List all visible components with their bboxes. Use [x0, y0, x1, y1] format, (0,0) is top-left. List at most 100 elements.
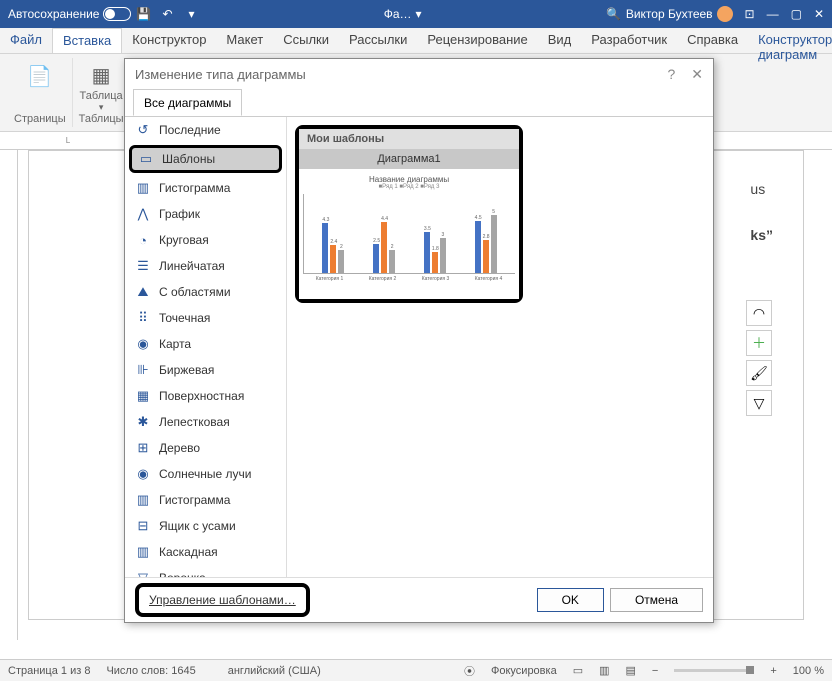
ribbon-tabs: Файл Вставка Конструктор Макет Ссылки Ра…: [0, 28, 832, 54]
cat-recent[interactable]: ↺Последние: [125, 117, 286, 143]
ribbon-group-pages[interactable]: 📄 Страницы: [8, 58, 73, 127]
layout-options-icon[interactable]: ◠: [746, 300, 772, 326]
cat-map[interactable]: ◉Карта: [125, 331, 286, 357]
zoom-slider[interactable]: [674, 669, 754, 672]
undo-icon[interactable]: ↶: [157, 4, 177, 24]
cat-histogram[interactable]: ▥Гистограмма: [125, 487, 286, 513]
document-name: Фа…: [384, 7, 412, 21]
manage-templates-button[interactable]: Управление шаблонами…: [135, 583, 310, 617]
line-icon: ⋀: [135, 206, 151, 222]
autosave-label: Автосохранение: [8, 7, 99, 21]
ribbon-group-table[interactable]: ▦ Таблица ▾ Таблицы: [73, 58, 131, 127]
cat-stock[interactable]: ⊪Биржевая: [125, 357, 286, 383]
cat-column[interactable]: ▥Гистограмма: [125, 175, 286, 201]
cat-scatter[interactable]: ⠿Точечная: [125, 305, 286, 331]
tab-insert[interactable]: Вставка: [52, 28, 122, 53]
table-icon: ▦: [85, 60, 117, 90]
view-print-icon[interactable]: ▥: [599, 664, 609, 677]
chart-legend: ■Ряд 1 ■Ряд 2 ■Ряд 3: [303, 184, 515, 190]
view-web-icon[interactable]: ▤: [626, 664, 636, 677]
save-icon[interactable]: 💾: [133, 4, 153, 24]
tab-review[interactable]: Рецензирование: [417, 28, 537, 53]
status-bar: Страница 1 из 8 Число слов: 1645 английс…: [0, 659, 832, 681]
histogram-icon: ▥: [135, 492, 151, 508]
templates-icon: ▭: [138, 151, 154, 167]
cat-surface[interactable]: ▦Поверхностная: [125, 383, 286, 409]
doc-dropdown-icon[interactable]: ▾: [416, 7, 422, 21]
waterfall-icon: ▥: [135, 544, 151, 560]
status-words[interactable]: Число слов: 1645: [106, 665, 195, 677]
zoom-in-icon[interactable]: +: [770, 665, 776, 677]
cat-waterfall[interactable]: ▥Каскадная: [125, 539, 286, 565]
ok-button[interactable]: OK: [537, 588, 604, 612]
scatter-icon: ⠿: [135, 310, 151, 326]
chart-elements-icon[interactable]: ＋: [746, 330, 772, 356]
cat-pie[interactable]: ◔Круговая: [125, 227, 286, 253]
cancel-button[interactable]: Отмена: [610, 588, 703, 612]
template-name: Диаграмма1: [299, 149, 519, 169]
user-account[interactable]: Виктор Бухтеев: [626, 6, 733, 22]
tab-chart-design[interactable]: Конструктор диаграмм: [748, 28, 832, 53]
tab-layout[interactable]: Макет: [216, 28, 273, 53]
focus-mode-icon[interactable]: ⦿: [464, 663, 475, 679]
chart-styles-icon[interactable]: 🖌: [746, 360, 772, 386]
all-charts-tab[interactable]: Все диаграммы: [133, 89, 242, 116]
autosave-toggle[interactable]: Автосохранение: [8, 7, 131, 21]
view-read-icon[interactable]: ▭: [573, 664, 583, 677]
doc-text-1: us: [750, 181, 773, 197]
search-icon[interactable]: 🔍: [604, 4, 624, 24]
cat-line[interactable]: ⋀График: [125, 201, 286, 227]
help-icon[interactable]: ?: [667, 66, 675, 83]
zoom-out-icon[interactable]: −: [652, 665, 658, 677]
cat-sunburst[interactable]: ◉Солнечные лучи: [125, 461, 286, 487]
cat-radar[interactable]: ✱Лепестковая: [125, 409, 286, 435]
toggle-switch[interactable]: [103, 7, 131, 21]
close-icon[interactable]: ✕: [814, 7, 824, 21]
radar-icon: ✱: [135, 414, 151, 430]
chart-category-list: ↺Последние ▭Шаблоны ▥Гистограмма ⋀График…: [125, 117, 287, 577]
tab-help[interactable]: Справка: [677, 28, 748, 53]
bar-icon: ☰: [135, 258, 151, 274]
ruler-vertical: [0, 150, 18, 640]
file-tab[interactable]: Файл: [0, 28, 52, 53]
pie-icon: ◔: [135, 232, 151, 248]
tab-view[interactable]: Вид: [538, 28, 582, 53]
tab-design[interactable]: Конструктор: [122, 28, 216, 53]
cat-templates[interactable]: ▭Шаблоны: [129, 145, 282, 173]
cat-treemap[interactable]: ⊞Дерево: [125, 435, 286, 461]
dropdown-icon[interactable]: ▾: [181, 4, 201, 24]
dialog-close-icon[interactable]: ✕: [691, 66, 703, 83]
boxwhisker-icon: ⊟: [135, 518, 151, 534]
status-page[interactable]: Страница 1 из 8: [8, 665, 90, 677]
dialog-title: Изменение типа диаграммы: [135, 67, 306, 82]
cat-funnel[interactable]: ▽Воронка: [125, 565, 286, 577]
chart-title: Название диаграммы: [303, 175, 515, 184]
avatar: [717, 6, 733, 22]
funnel-icon: ▽: [135, 570, 151, 577]
recent-icon: ↺: [135, 122, 151, 138]
table-label: Таблица: [80, 90, 123, 102]
tab-developer[interactable]: Разработчик: [581, 28, 677, 53]
cat-area[interactable]: ⛰С областями: [125, 279, 286, 305]
chart-filters-icon[interactable]: ▽: [746, 390, 772, 416]
minimize-icon[interactable]: —: [767, 7, 779, 21]
tab-references[interactable]: Ссылки: [273, 28, 339, 53]
ribbon-options-icon[interactable]: ⊡: [745, 7, 755, 21]
sunburst-icon: ◉: [135, 466, 151, 482]
chart-side-tools: ◠ ＋ 🖌 ▽: [746, 300, 772, 416]
user-name: Виктор Бухтеев: [626, 7, 713, 21]
doc-text-2: ks”: [750, 227, 773, 243]
tab-mailings[interactable]: Рассылки: [339, 28, 417, 53]
area-icon: ⛰: [135, 284, 151, 300]
cat-boxwhisker[interactable]: ⊟Ящик с усами: [125, 513, 286, 539]
template-preview[interactable]: Мои шаблоны Диаграмма1 Название диаграмм…: [295, 125, 523, 303]
status-focus[interactable]: Фокусировка: [491, 665, 557, 677]
status-lang[interactable]: английский (США): [228, 665, 321, 677]
maximize-icon[interactable]: ▢: [791, 7, 802, 21]
tables-label: Таблицы: [79, 113, 124, 125]
pages-icon: 📄: [24, 60, 56, 92]
map-icon: ◉: [135, 336, 151, 352]
zoom-value[interactable]: 100 %: [793, 665, 824, 677]
cat-bar[interactable]: ☰Линейчатая: [125, 253, 286, 279]
pages-label: Страницы: [14, 113, 66, 125]
